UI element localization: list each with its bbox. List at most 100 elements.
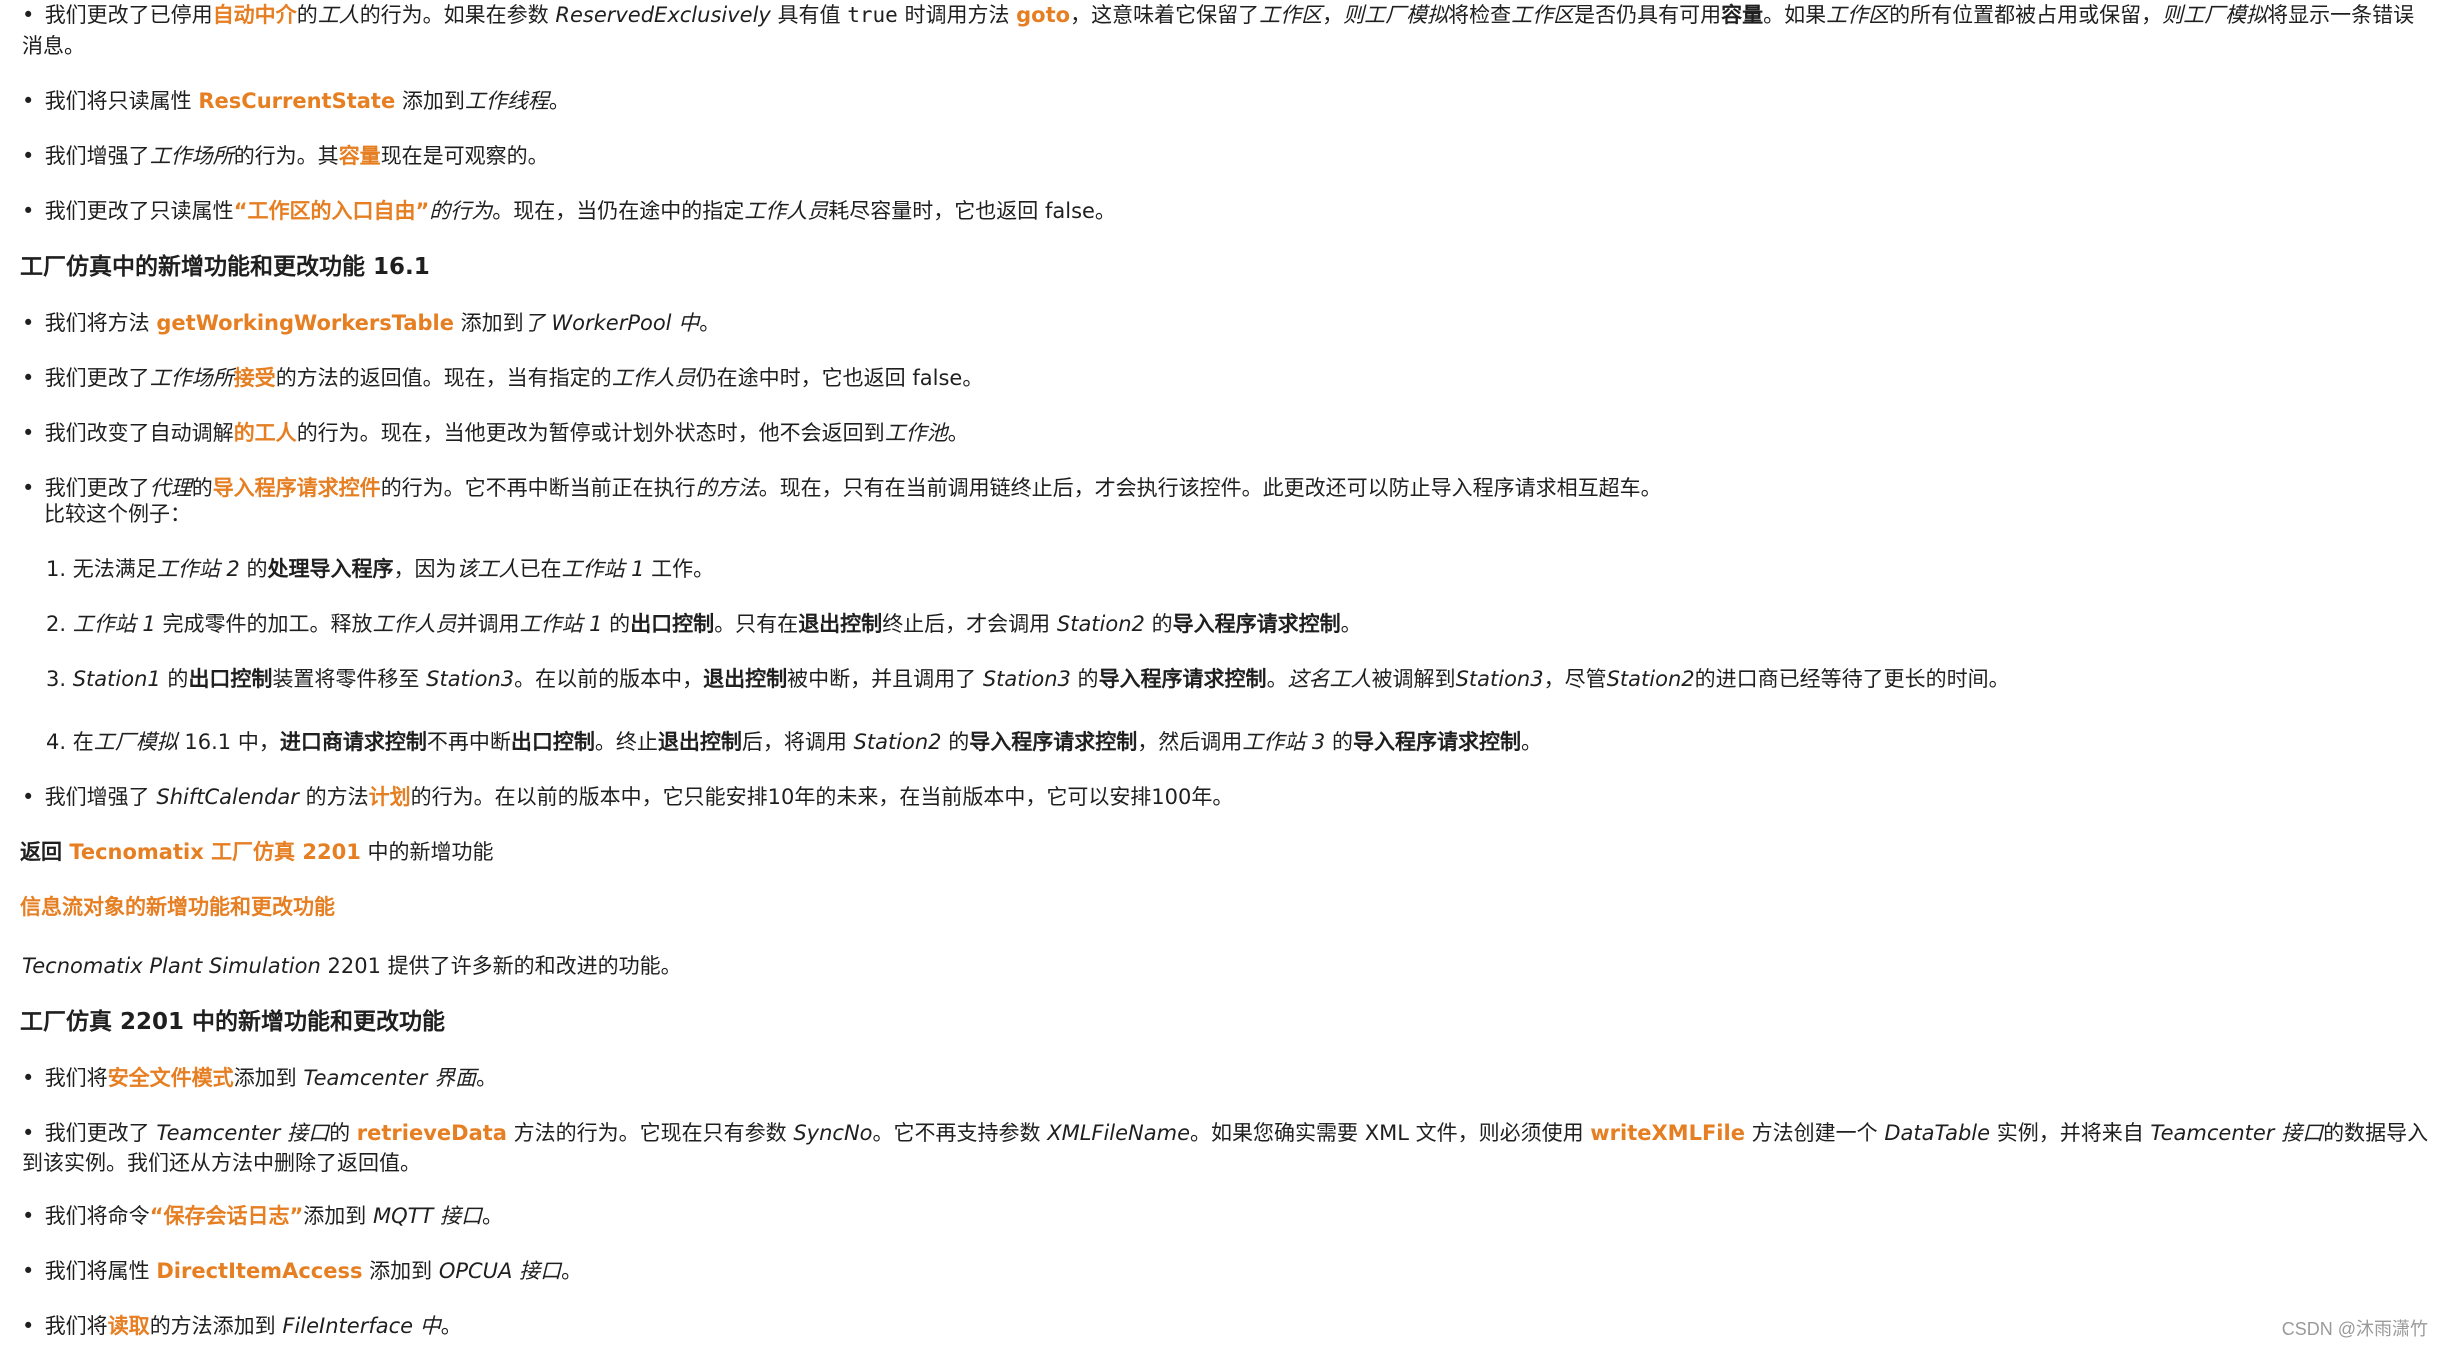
link-accept[interactable]: 接受 [234, 366, 276, 390]
text: OPCUA 接口 [438, 1259, 562, 1283]
bullet-item: 我们增强了工作场所的行为。其容量现在是可观察的。 [22, 141, 549, 171]
link-read[interactable]: 读取 [108, 1314, 150, 1338]
text: 。如果您确实需要 XML 文件，则必须使用 [1190, 1121, 1591, 1145]
text: 时调用方法 [897, 3, 1017, 27]
text: 的所有位置都被占用或保留， [1889, 3, 2163, 27]
text: Teamcenter 接口 [2150, 1121, 2324, 1145]
text: ，尽管 [1543, 667, 1607, 691]
text: 添加到 [362, 1259, 439, 1283]
text: ，因为 [393, 557, 457, 581]
text: 工作人员 [611, 366, 696, 390]
text: ， [1322, 3, 1344, 27]
text: 我们更改了 [44, 476, 150, 500]
text: 方法创建一个 [1744, 1121, 1885, 1145]
text: 是否仍具有可用 [1574, 3, 1722, 27]
text: MQTT 接口 [372, 1204, 482, 1228]
text: FileInterface 中 [282, 1314, 441, 1338]
text: 工作人员 [744, 199, 829, 223]
link-directitemaccess[interactable]: DirectItemAccess [156, 1259, 362, 1283]
text: 实例，并将来自 [1990, 1121, 2151, 1145]
text: 。在以前的版本中， [514, 667, 704, 691]
text: 完成零件的加工。释放 [155, 612, 373, 636]
text: 工作区 [1259, 3, 1323, 27]
text: 工作站 1 [519, 612, 603, 636]
text: 添加到 [303, 1204, 373, 1228]
text: ，然后调用 [1137, 730, 1243, 754]
text: 工人 [317, 3, 360, 27]
text: Station2 [853, 730, 942, 754]
link-secure-file-mode[interactable]: 安全文件模式 [108, 1066, 234, 1090]
section-heading: 工厂仿真 2201 中的新增功能和更改功能 [20, 1009, 446, 1035]
text: 后，将调用 [741, 730, 854, 754]
text: 。 [440, 1314, 462, 1338]
text: Station3 [982, 667, 1071, 691]
link-getworkingworkerstable[interactable]: getWorkingWorkersTable [156, 311, 454, 335]
text: 的 [1325, 730, 1353, 754]
text: 导入程序请求控制 [1098, 667, 1267, 691]
text: 我们更改了已停用 [44, 3, 213, 27]
text: 返回 [20, 840, 70, 864]
text: SyncNo [793, 1121, 873, 1145]
link-workarea-entrance[interactable]: “工作区的入口自由” [234, 199, 430, 223]
text: 添加到 [395, 89, 465, 113]
link-auto-broker[interactable]: 自动中介 [213, 3, 297, 27]
numbered-item: Station1 的出口控制装置将零件移至 Station3。在以前的版本中，退… [46, 664, 2010, 694]
text: 我们将属性 [44, 1259, 157, 1283]
text: 中的新增功能 [360, 840, 494, 864]
link-back-2201[interactable]: Tecnomatix 工厂仿真 2201 [69, 840, 361, 864]
text: 的 [1144, 612, 1173, 636]
text: ReservedExclusively [555, 3, 771, 27]
text: 出口控制 [188, 667, 273, 691]
text: 。 [1520, 730, 1542, 754]
link-capacity[interactable]: 容量 [339, 144, 381, 168]
text: 工作池 [884, 421, 948, 445]
link-retrievedata[interactable]: retrieveData [357, 1121, 507, 1145]
text: Station3 [426, 667, 515, 691]
link-importer-request-control[interactable]: 导入程序请求控件 [213, 476, 381, 500]
text: 退出控制 [798, 612, 883, 636]
text: 的 [602, 612, 631, 636]
text: 的 [239, 557, 268, 581]
text: 容量 [1721, 3, 1764, 27]
text: 导入程序请求控制 [1172, 612, 1341, 636]
bullet-item: 我们更改了工作场所接受的方法的返回值。现在，当有指定的工作人员仍在途中时，它也返… [22, 363, 984, 393]
text: 我们增强了 [44, 785, 157, 809]
text: 的行为。其 [233, 144, 339, 168]
link-worker[interactable]: 的工人 [234, 421, 297, 445]
text: 的 [296, 3, 318, 27]
text: 。它不再支持参数 [872, 1121, 1048, 1145]
text: 代理 [149, 476, 192, 500]
text: 工作场所 [149, 366, 234, 390]
text: 方法的行为。它现在只有参数 [506, 1121, 794, 1145]
text: 工作站 3 [1242, 730, 1326, 754]
text: 我们更改了只读属性 [44, 199, 234, 223]
text: 。现在，只有在当前调用链终止后，才会执行该控件。此更改还可以防止导入程序请求相互… [758, 476, 1662, 500]
text: 16.1 中， [177, 730, 280, 754]
text: 装置将零件移至 [272, 667, 427, 691]
text: 。 [476, 1066, 498, 1090]
text: 工作站 1 [72, 612, 156, 636]
text: Tecnomatix Plant Simulation [22, 954, 321, 978]
link-plan[interactable]: 计划 [369, 785, 411, 809]
text: Station1 [72, 667, 161, 691]
text: 。 [699, 311, 721, 335]
link-writexmlfile[interactable]: writeXMLFile [1590, 1121, 1745, 1145]
text: 的 [160, 667, 189, 691]
link-rescurrentstate[interactable]: ResCurrentState [198, 89, 395, 113]
text: 。如果 [1763, 3, 1827, 27]
text: 的 [941, 730, 970, 754]
text: 的行为。现在，当他更改为暂停或计划外状态时，他不会返回到 [296, 421, 885, 445]
bullet-item: 我们将属性 DirectItemAccess 添加到 OPCUA 接口。 [22, 1256, 582, 1286]
link-save-session-log[interactable]: “保存会话日志” [150, 1204, 304, 1228]
bullet-item: 我们将只读属性 ResCurrentState 添加到工作线程。 [22, 86, 570, 116]
link-info-flow-objects[interactable]: 信息流对象的新增功能和更改功能 [20, 892, 335, 922]
link-goto[interactable]: goto [1016, 3, 1070, 27]
text: 的方法 [695, 476, 759, 500]
text: 工作人员 [372, 612, 457, 636]
text: 工作场所 [149, 144, 234, 168]
text: 我们改变了自动调解 [44, 421, 234, 445]
document-page: 我们更改了已停用自动中介的工人的行为。如果在参数 ReservedExclusi… [0, 0, 2438, 1347]
text: ShiftCalendar [156, 785, 299, 809]
text: 。 [1340, 612, 1362, 636]
text: 出口控制 [630, 612, 715, 636]
